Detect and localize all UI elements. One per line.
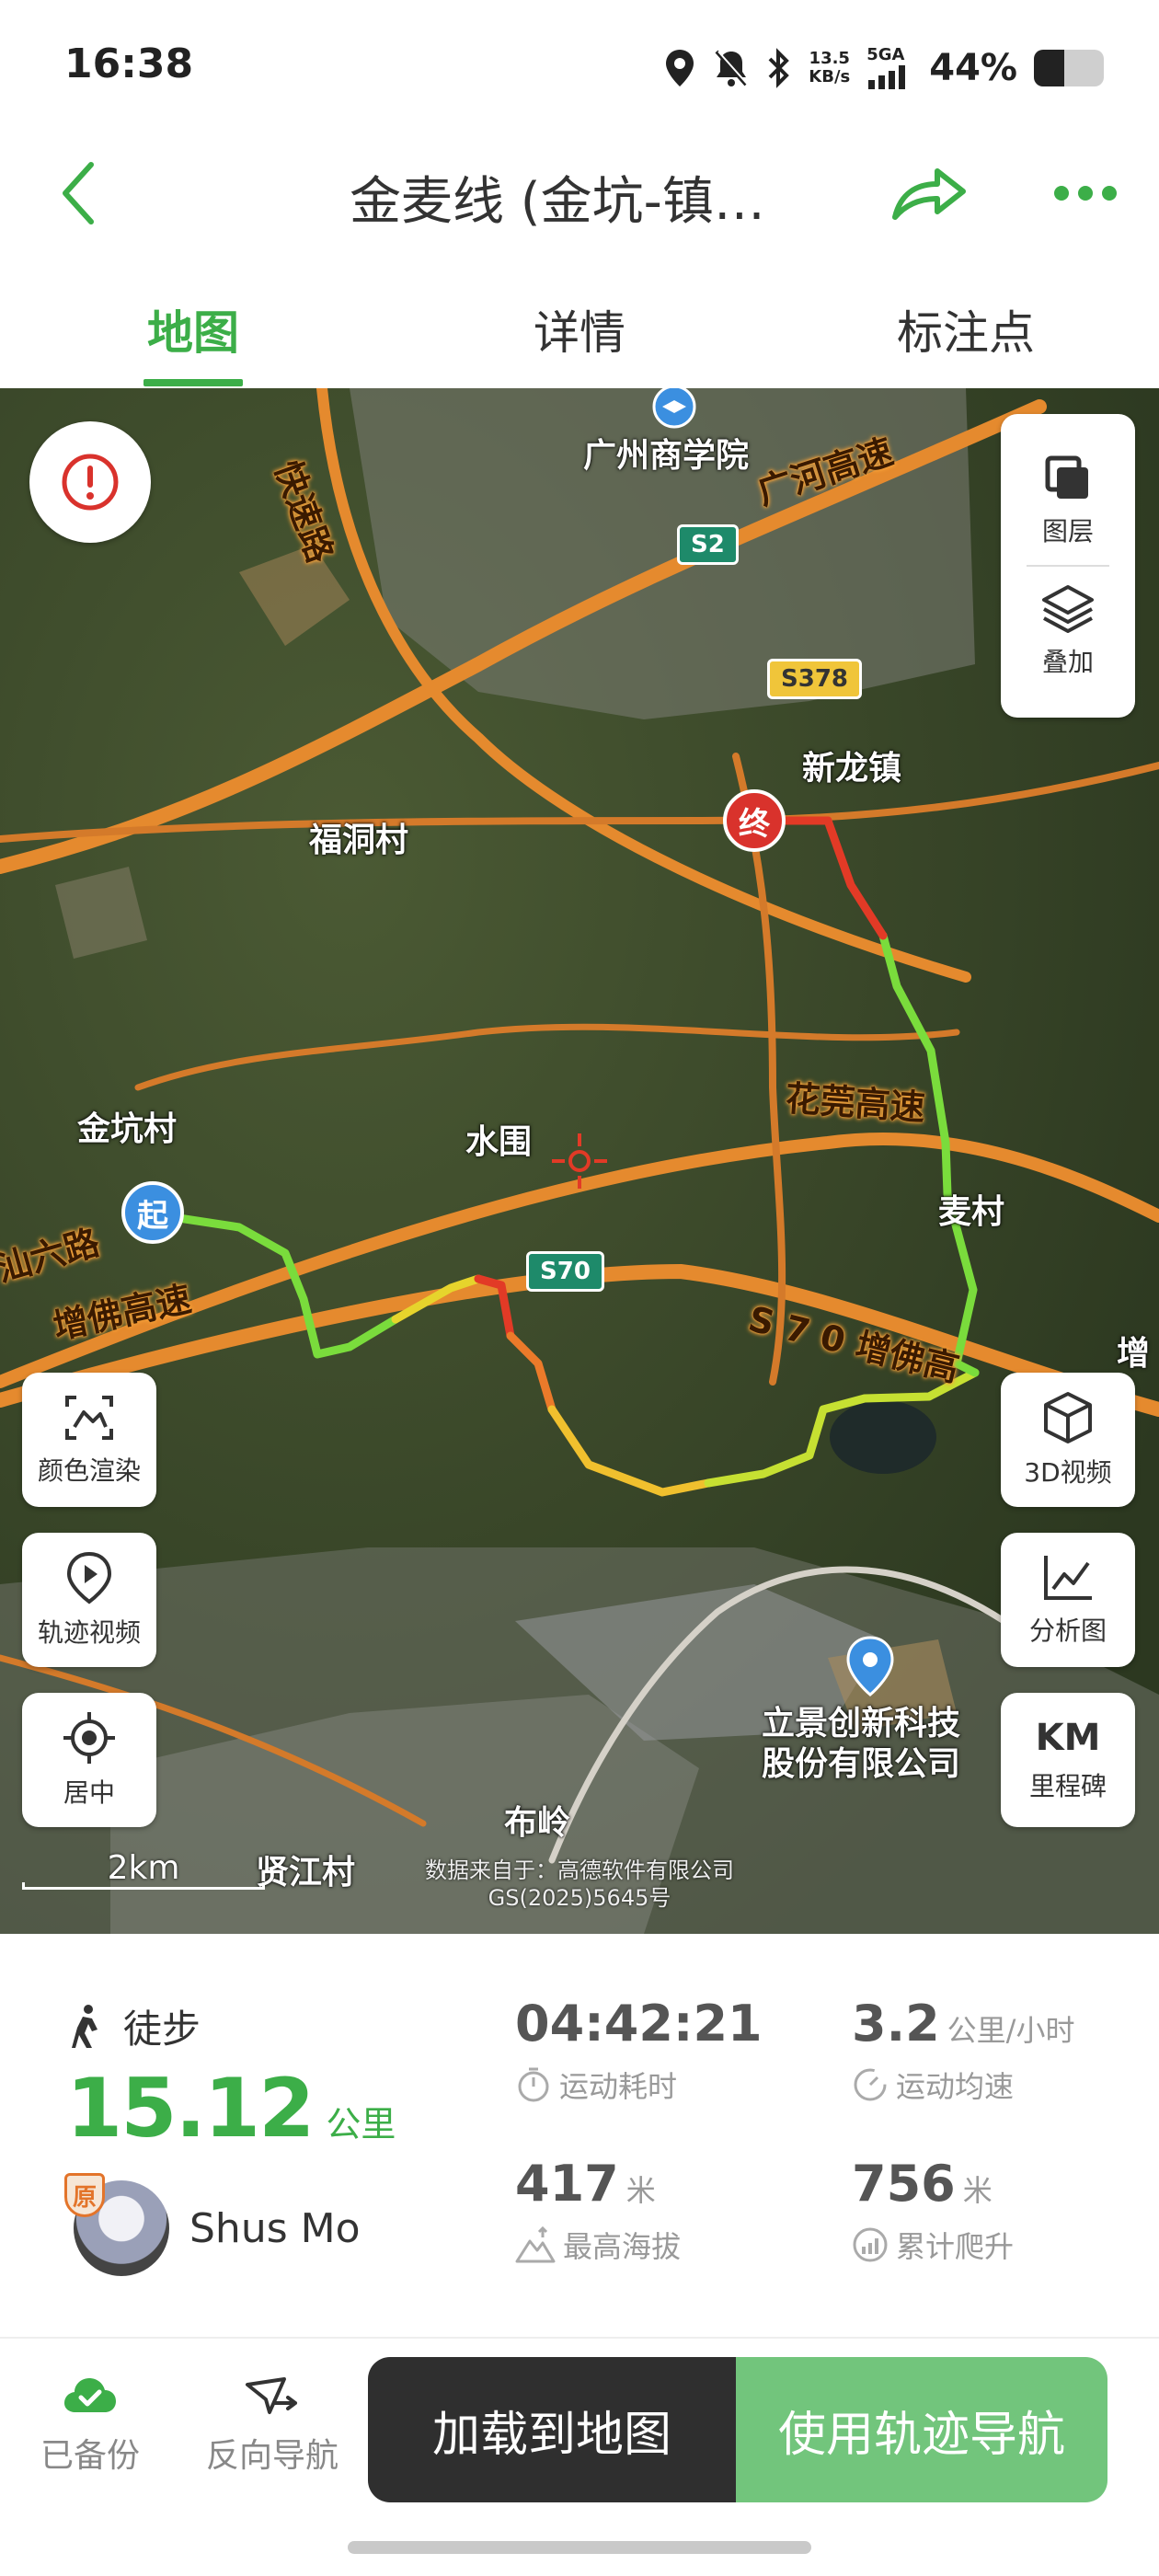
- net-speed: 13.5 KB/s: [809, 49, 851, 86]
- battery-fill: [1034, 50, 1065, 86]
- center-button[interactable]: 居中: [22, 1693, 156, 1827]
- user-info[interactable]: 原 Shus Mo: [64, 2173, 361, 2276]
- sport-type: 徒步: [70, 1998, 201, 2054]
- layer-panel: 图层 叠加: [1001, 414, 1135, 718]
- battery-percent: 44%: [929, 47, 1017, 89]
- location-icon: [666, 50, 694, 86]
- stack-overlay-icon: [1042, 585, 1094, 633]
- cube-3d-icon: [1044, 1392, 1092, 1443]
- km-icon: KM: [1035, 1717, 1101, 1759]
- map-copyright: 数据来自于：高德软件有限公司 GS(2025)5645号: [425, 1857, 734, 1911]
- speedometer-icon: [854, 2068, 887, 2101]
- battery-icon: [1034, 50, 1104, 86]
- user-name: Shus Mo: [189, 2204, 361, 2252]
- divider: [1027, 565, 1109, 567]
- more-dots-icon: [1054, 186, 1117, 201]
- page-title: 金麦线 (金坑-镇…: [350, 172, 765, 232]
- overlay-button[interactable]: 叠加: [1040, 583, 1096, 679]
- mountain-icon: [515, 2226, 556, 2263]
- route-shield-s2: S2: [677, 524, 739, 565]
- milestone-button[interactable]: KM 里程碑: [1001, 1693, 1135, 1827]
- status-bar: 16:38 13.5 KB/s 5GA 44%: [0, 0, 1159, 138]
- backup-button[interactable]: 已备份: [17, 2375, 164, 2477]
- stopwatch-icon: [518, 2067, 549, 2102]
- track-video-button[interactable]: 轨迹视频: [22, 1533, 156, 1667]
- color-render-button[interactable]: 颜色渲染: [22, 1373, 156, 1507]
- 3d-video-button[interactable]: 3D视频: [1001, 1373, 1135, 1507]
- center-target-icon: [63, 1712, 115, 1764]
- scale-bar: 2km: [22, 1849, 265, 1890]
- track-navigation-button[interactable]: 使用轨迹导航: [736, 2357, 1107, 2502]
- metric-climb: 756 米 累计爬升: [852, 2155, 1015, 2264]
- place-label: 福洞村: [309, 822, 409, 859]
- stats-panel: 徒步 15.12 公里 原 Shus Mo 04:42:21 运动耗时 3.2 公…: [0, 1934, 1159, 2329]
- place-label: 增: [1117, 1335, 1151, 1373]
- route-shield-s378: S378: [767, 659, 862, 699]
- signal-icon: [868, 65, 906, 89]
- hiking-icon: [72, 2004, 98, 2048]
- place-label: 麦村: [938, 1193, 1005, 1231]
- reverse-nav-button[interactable]: 反向导航: [199, 2375, 346, 2477]
- map-view[interactable]: 广州商学院 新龙镇 福洞村 金坑村 水围 麦村 立景创新科技 股份有限公司 布岭…: [0, 388, 1159, 1934]
- climb-icon: [853, 2227, 888, 2262]
- water-body: [830, 1400, 936, 1474]
- total-distance: 15.12 公里: [66, 2061, 396, 2156]
- reverse-nav-icon: [246, 2377, 297, 2414]
- tab-markers[interactable]: 标注点: [773, 276, 1159, 386]
- signal: 5GA: [866, 47, 912, 89]
- avatar[interactable]: 原: [64, 2173, 169, 2276]
- route-shield-s70: S70: [526, 1251, 604, 1292]
- tab-bar: 地图 详情 标注点: [0, 276, 1159, 386]
- status-icons: 13.5 KB/s 5GA 44%: [663, 40, 1104, 96]
- share-button[interactable]: [888, 156, 970, 230]
- place-label: 股份有限公司: [762, 1745, 961, 1783]
- analysis-chart-button[interactable]: 分析图: [1001, 1533, 1135, 1667]
- more-button[interactable]: [1044, 156, 1127, 230]
- share-arrow-icon: [892, 168, 966, 220]
- color-render-icon: [65, 1396, 113, 1440]
- cloud-check-icon: [64, 2378, 116, 2412]
- title-bar: 金麦线 (金坑-镇…: [0, 138, 1159, 248]
- end-marker[interactable]: 终: [723, 789, 786, 852]
- place-label: 贤江村: [256, 1854, 356, 1892]
- place-label: 新龙镇: [802, 750, 902, 788]
- load-to-map-button[interactable]: 加载到地图: [368, 2357, 736, 2502]
- bluetooth-icon: [768, 48, 790, 88]
- place-label: 金坑村: [77, 1110, 178, 1148]
- metric-duration: 04:42:21 运动耗时: [515, 1995, 763, 2104]
- mute-bell-icon: [715, 50, 750, 86]
- status-time: 16:38: [64, 40, 194, 87]
- place-label: 布岭: [504, 1804, 571, 1842]
- road-label: 花莞高速: [784, 1077, 927, 1129]
- layers-square-icon: [1045, 455, 1088, 499]
- metric-avg-speed: 3.2 公里/小时 运动均速: [852, 1995, 1075, 2104]
- track-video-icon: [66, 1551, 112, 1604]
- bottom-action-bar: 已备份 反向导航 加载到地图 使用轨迹导航: [0, 2339, 1159, 2576]
- place-label: 水围: [465, 1123, 533, 1161]
- original-badge: 原: [64, 2173, 105, 2217]
- home-indicator[interactable]: [348, 2541, 811, 2554]
- alert-button[interactable]: [29, 421, 151, 543]
- tab-map[interactable]: 地图: [0, 276, 386, 386]
- school-pin-icon: [652, 388, 696, 429]
- layers-button[interactable]: 图层: [1042, 453, 1094, 548]
- map-canvas[interactable]: [0, 388, 1159, 1934]
- poi-pin-icon: [846, 1636, 894, 1696]
- tab-details[interactable]: 详情: [386, 276, 773, 386]
- alert-circle-icon: [62, 454, 119, 511]
- back-button[interactable]: [46, 156, 110, 230]
- start-marker[interactable]: 起: [121, 1181, 184, 1244]
- place-label: 广州商学院: [583, 437, 750, 475]
- line-chart-icon: [1044, 1556, 1092, 1600]
- metric-max-altitude: 417 米 最高海拔: [515, 2155, 682, 2264]
- chevron-left-icon: [63, 162, 94, 224]
